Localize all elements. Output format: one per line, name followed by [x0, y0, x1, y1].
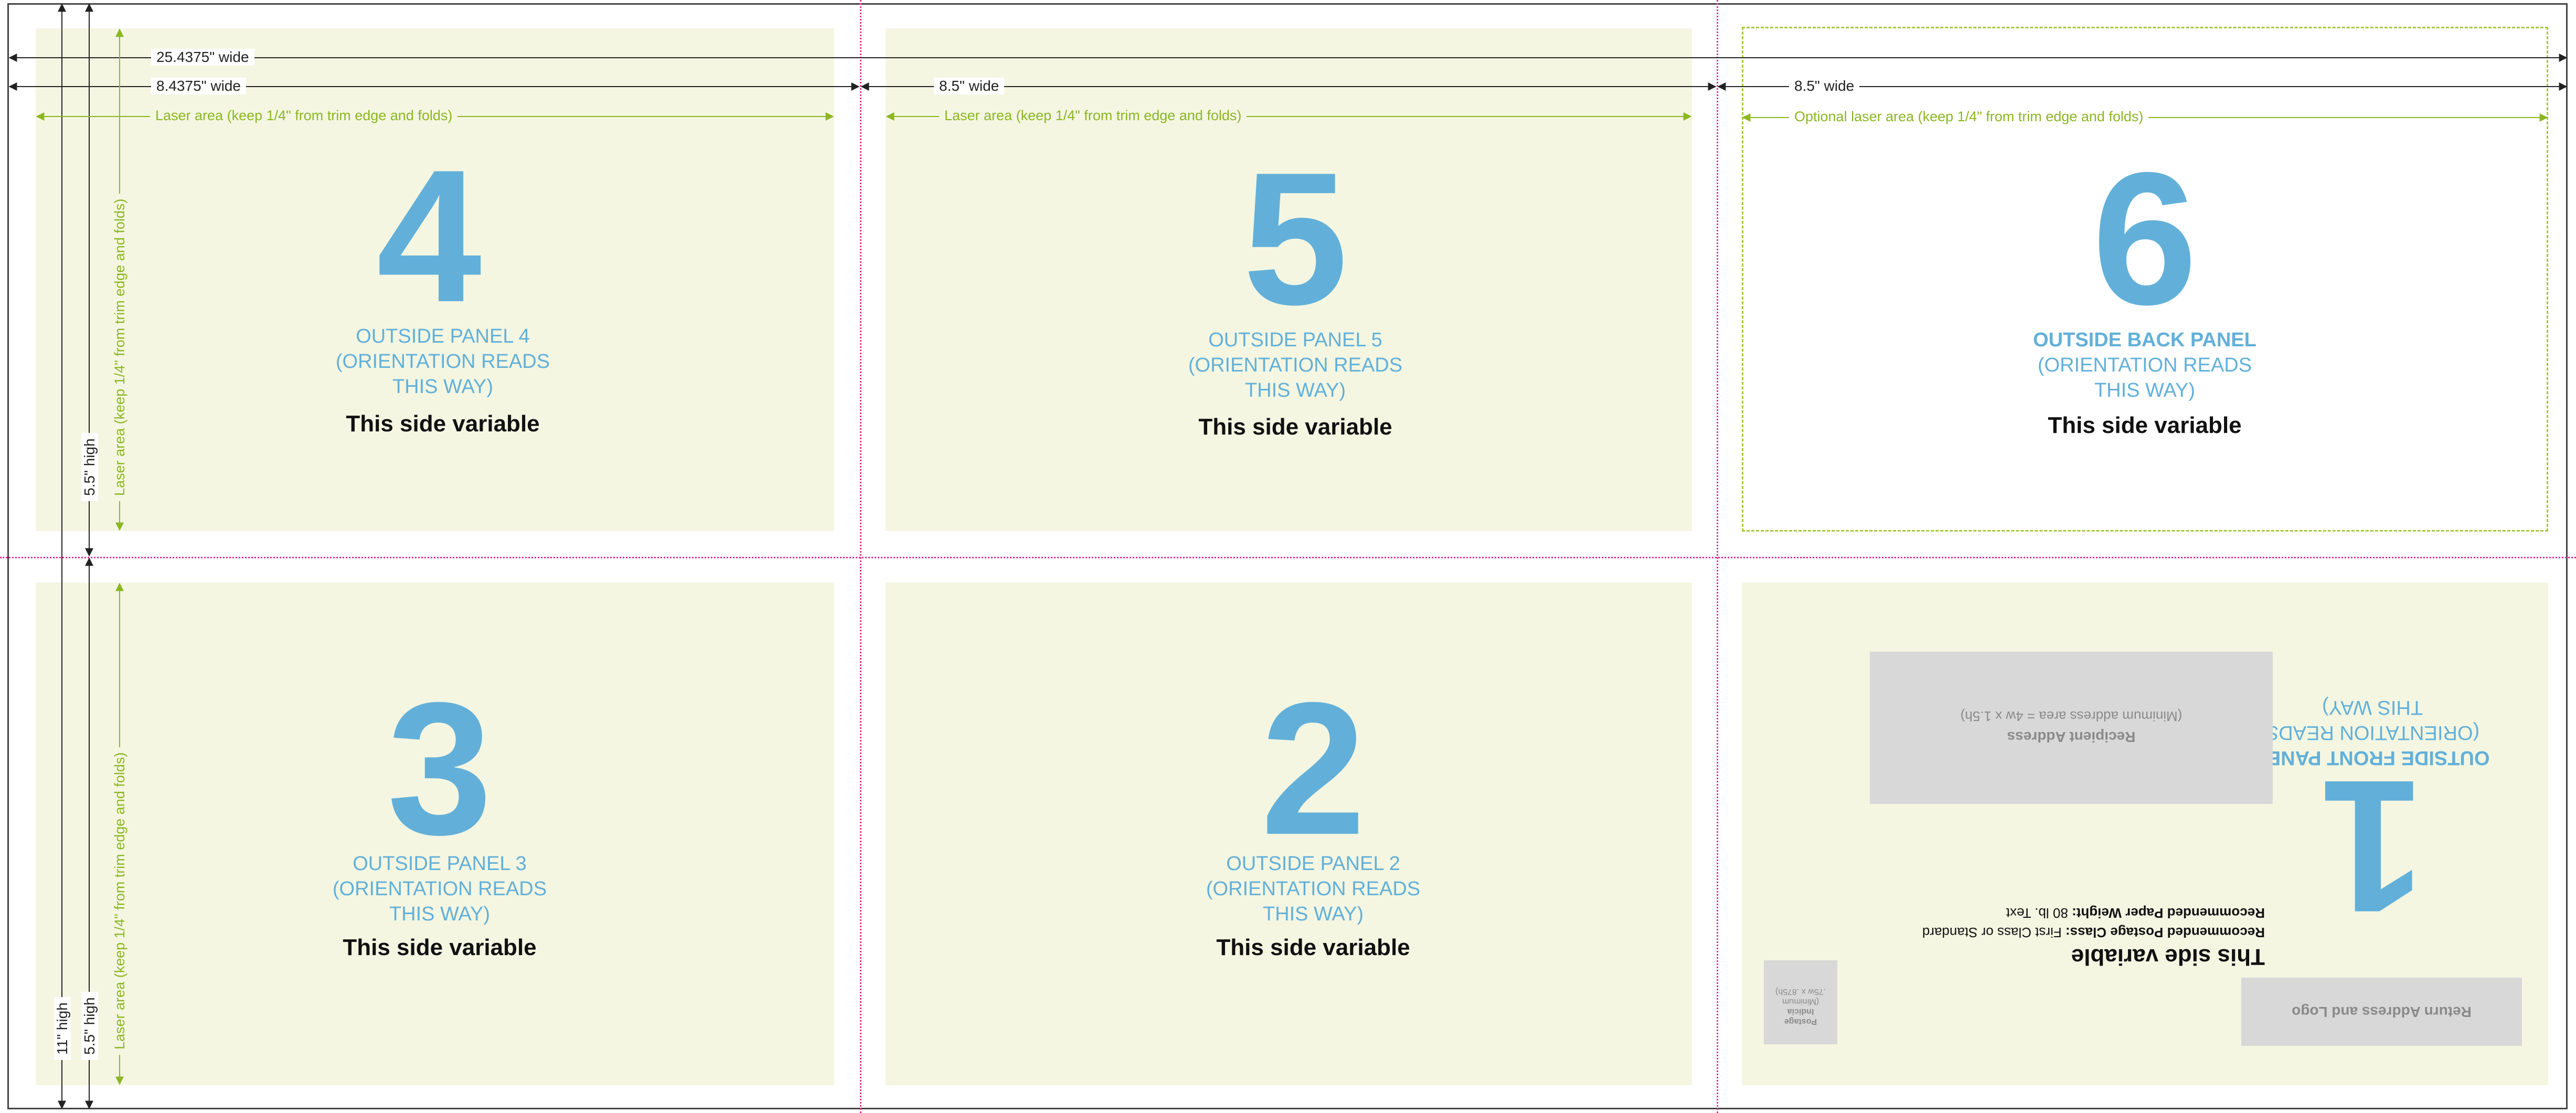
panel-2-variable: This side variable	[1216, 935, 1410, 960]
indicia-line1: Postage	[1784, 1017, 1817, 1026]
laser-label-vertical-top: Laser area (keep 1/4" from trim edge and…	[112, 193, 128, 501]
panel-4-line2: (ORIENTATION READS	[335, 351, 550, 373]
front-panel-variable: This side variable	[2071, 944, 2265, 970]
panel-4-line1: OUTSIDE PANEL 4	[356, 325, 530, 347]
panel-2-line2: (ORIENTATION READS	[1206, 878, 1421, 900]
paper-weight-label: Recommended Paper Weight:	[2072, 905, 2265, 921]
panel-2-line1: OUTSIDE PANEL 2	[1226, 853, 1400, 875]
panel-3-line3: THIS WAY)	[389, 903, 491, 925]
paper-weight-value: 80 lb. Text	[2006, 905, 2068, 921]
top-height-label: 5.5" high	[81, 433, 98, 501]
panel-3-number: 3	[387, 663, 493, 874]
panel-4-caption: OUTSIDE PANEL 4 (ORIENTATION READS THIS …	[259, 324, 626, 399]
panel-2-line3: THIS WAY)	[1262, 903, 1364, 925]
paper-weight-line: Recommended Paper Weight: 80 lb. Text	[1898, 905, 2265, 921]
panel-6-number: 6	[2092, 133, 2198, 344]
panel-6-line3: THIS WAY)	[2094, 379, 2196, 401]
laser-label-panel-5: Laser area (keep 1/4" from trim edge and…	[939, 108, 1247, 124]
panel-3-variable: This side variable	[343, 935, 537, 960]
total-height-label: 11" high	[54, 997, 71, 1060]
indicia-line2: Indicia	[1787, 1007, 1814, 1016]
postage-class-line: Recommended Postage Class: First Class o…	[1898, 924, 2265, 940]
postage-class-value: First Class or Standard	[1922, 925, 2062, 940]
panel-6-line1: OUTSIDE BACK PANEL	[2033, 329, 2256, 351]
panel-6-line2: (ORIENTATION READS	[2037, 354, 2252, 376]
panel-2-number: 2	[1260, 663, 1366, 874]
front-panel-content: 1 OUTSIDE FRONT PANEL (ORIENTATION READS…	[1742, 582, 2548, 1085]
panel-a-width-label: 8.4375" wide	[151, 78, 246, 94]
panel-4-line3: THIS WAY)	[392, 376, 494, 398]
panel-3-caption: OUTSIDE PANEL 3 (ORIENTATION READS THIS …	[256, 851, 623, 927]
panel-4-number: 4	[376, 131, 482, 342]
panel-c-width-label: 8.5" wide	[1789, 78, 1860, 94]
recipient-address-note: (Minimum address area = 4w x 1.5h)	[1960, 708, 2183, 724]
front-panel-mail-info: This side variable Recommended Postage C…	[1898, 905, 2265, 970]
indicia-line4: .75w x .875h)	[1775, 987, 1826, 996]
panel-5-line2: (ORIENTATION READS	[1188, 354, 1403, 376]
panel-b-width-label: 8.5" wide	[934, 78, 1005, 94]
panel-6-variable: This side variable	[2048, 412, 2242, 438]
panel-4-variable: This side variable	[346, 411, 540, 437]
panel-6-caption: OUTSIDE BACK PANEL (ORIENTATION READS TH…	[1961, 327, 2328, 403]
panel-3-line2: (ORIENTATION READS	[332, 878, 547, 900]
laser-label-vertical-bottom: Laser area (keep 1/4" from trim edge and…	[112, 747, 128, 1055]
bottom-height-label: 5.5" high	[81, 992, 98, 1060]
indicia-line3: (Minimum	[1782, 997, 1819, 1006]
panel-5-number: 5	[1242, 133, 1348, 344]
panel-5-caption: OUTSIDE PANEL 5 (ORIENTATION READS THIS …	[1112, 327, 1479, 403]
recipient-address-box: Recipient Address (Minimum address area …	[1870, 652, 2273, 804]
postage-indicia-box: Postage Indicia (Minimum .75w x .875h)	[1764, 960, 1837, 1044]
postage-class-label: Recommended Postage Class:	[2065, 925, 2265, 940]
panel-3-line1: OUTSIDE PANEL 3	[353, 853, 527, 875]
return-address-box: Return Address and Logo	[2241, 978, 2522, 1046]
panel-2-caption: OUTSIDE PANEL 2 (ORIENTATION READS THIS …	[1130, 851, 1497, 927]
recipient-address-title: Recipient Address	[2007, 729, 2136, 745]
laser-label-panel-4: Laser area (keep 1/4" from trim edge and…	[150, 108, 458, 124]
total-width-label: 25.4375" wide	[151, 49, 254, 66]
laser-label-panel-6: Optional laser area (keep 1/4" from trim…	[1789, 109, 2149, 125]
panel-5-variable: This side variable	[1198, 414, 1392, 440]
panel-5-line1: OUTSIDE PANEL 5	[1208, 329, 1382, 351]
panel-5-line3: THIS WAY)	[1244, 379, 1346, 401]
